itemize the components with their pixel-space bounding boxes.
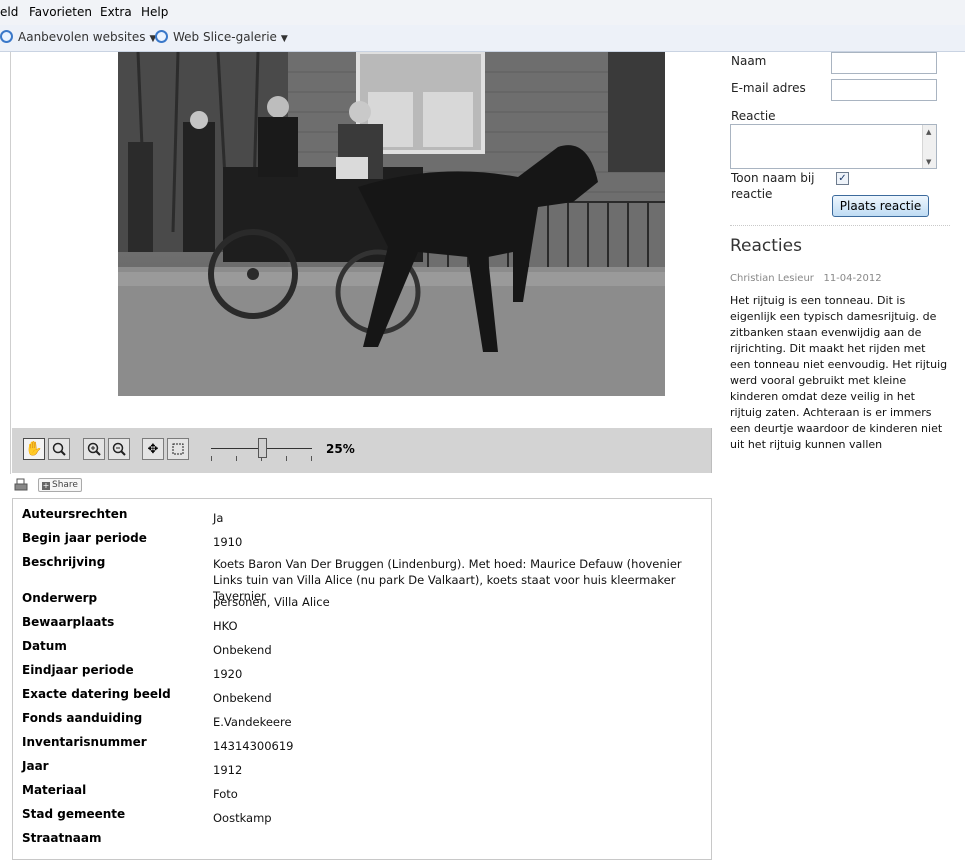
scroll-down-icon[interactable]: ▼: [926, 158, 931, 166]
scroll-up-icon[interactable]: ▲: [926, 128, 931, 136]
field-label: Bewaarplaats: [22, 615, 115, 629]
field-label: Onderwerp: [22, 591, 98, 605]
zoom-out-button[interactable]: [108, 438, 130, 460]
field-value: Onbekend: [213, 691, 272, 705]
ie-page-icon: [155, 30, 168, 43]
ie-page-icon: [0, 30, 13, 43]
show-name-label: Toon naam bij: [731, 171, 815, 185]
favorite-aanbevolen-websites[interactable]: Aanbevolen websites ▼: [0, 30, 156, 44]
field-label: Exacte datering beeld: [22, 687, 171, 701]
field-label: Inventarisnummer: [22, 735, 147, 749]
favorite-label: Aanbevolen websites: [18, 30, 146, 44]
checkmark-icon: ✓: [838, 173, 847, 184]
move-button[interactable]: ✥: [142, 438, 164, 460]
field-value: Oostkamp: [213, 811, 272, 825]
zoom-slider-thumb[interactable]: [258, 438, 267, 458]
field-label: Beschrijving: [22, 555, 106, 569]
divider: [730, 225, 950, 226]
field-label: Eindjaar periode: [22, 663, 134, 677]
menu-item-extra[interactable]: Extra: [100, 5, 132, 19]
field-value: HKO: [213, 619, 238, 633]
plaats-reactie-button[interactable]: Plaats reactie: [832, 195, 929, 217]
field-label: Fonds aanduiding: [22, 711, 143, 725]
zoom-in-button[interactable]: [83, 438, 105, 460]
magnifier-icon: [52, 442, 66, 456]
show-name-checkbox[interactable]: ✓: [836, 172, 849, 185]
reactie-text: Het rijtuig is een tonneau. Dit is eigen…: [730, 294, 948, 451]
divider: [10, 52, 11, 474]
field-value: Ja: [213, 511, 224, 525]
field-label: Auteursrechten: [22, 507, 128, 521]
name-label: Naam: [731, 54, 767, 68]
field-label: Jaar: [22, 759, 49, 773]
field-label: Materiaal: [22, 783, 87, 797]
field-label: Stad gemeente: [22, 807, 126, 821]
menu-item-help[interactable]: Help: [141, 5, 168, 19]
fit-to-screen-button[interactable]: [167, 438, 189, 460]
field-value: 1910: [213, 535, 243, 549]
reactie-meta: Christian Lesieur 11-04-2012: [730, 273, 882, 284]
field-label: Datum: [22, 639, 67, 653]
favorite-web-slice-galerie[interactable]: Web Slice-galerie ▼: [155, 30, 288, 44]
magnifier-tool-button[interactable]: [48, 438, 70, 460]
reactie-textarea[interactable]: ▲ ▼: [730, 124, 937, 169]
carriage-photo-image: [118, 52, 665, 396]
field-value: 14314300619: [213, 739, 294, 753]
email-input[interactable]: [831, 79, 937, 101]
reacties-heading: Reacties: [730, 236, 802, 256]
slider-tick: [236, 456, 237, 461]
share-label: Share: [52, 480, 78, 490]
pan-tool-button[interactable]: ✋: [23, 438, 45, 460]
metadata-table: Auteursrechten Ja Begin jaar periode 191…: [12, 498, 712, 860]
zoom-in-icon: [87, 442, 101, 456]
hand-icon: ✋: [25, 441, 43, 457]
plus-icon: +: [42, 481, 50, 490]
zoom-level-label: 25%: [326, 442, 355, 456]
print-icon[interactable]: [14, 478, 28, 492]
menu-item-beeld[interactable]: eld: [0, 5, 18, 19]
slider-tick: [211, 456, 212, 461]
field-value: E.Vandekeere: [213, 715, 292, 729]
favorites-bar: Aanbevolen websites ▼ Web Slice-galerie ▼: [0, 25, 965, 52]
reactie-date: 11-04-2012: [823, 273, 882, 284]
reactie-label: Reactie: [731, 109, 776, 123]
page-content: ✋ ✥ 25% + Share Auteursrechten Ja Begin …: [0, 52, 965, 860]
email-label: E-mail adres: [731, 81, 806, 95]
menu-item-favorieten[interactable]: Favorieten: [29, 5, 92, 19]
zoom-out-icon: [112, 442, 126, 456]
share-button[interactable]: + Share: [38, 478, 82, 492]
field-value: 1920: [213, 667, 243, 681]
field-label: Straatnaam: [22, 831, 102, 845]
name-input[interactable]: [831, 52, 937, 74]
textarea-scrollbar[interactable]: ▲ ▼: [922, 125, 936, 168]
fit-to-screen-icon: [172, 443, 184, 455]
favorite-label: Web Slice-galerie: [173, 30, 277, 44]
field-label: Begin jaar periode: [22, 531, 147, 545]
field-value: personen, Villa Alice: [213, 595, 330, 609]
move-arrows-icon: ✥: [147, 441, 159, 457]
slider-tick: [286, 456, 287, 461]
reactie-author: Christian Lesieur: [730, 273, 814, 284]
field-value: 1912: [213, 763, 243, 777]
image-viewer-toolbar: ✋ ✥ 25%: [12, 428, 712, 473]
show-name-label-line2: reactie: [731, 187, 773, 201]
historic-photo[interactable]: [118, 52, 665, 396]
field-value: Onbekend: [213, 643, 272, 657]
slider-tick: [311, 456, 312, 461]
field-value: Foto: [213, 787, 238, 801]
chevron-down-icon: ▼: [280, 34, 288, 44]
menu-bar: eld Favorieten Extra Help: [0, 0, 965, 26]
